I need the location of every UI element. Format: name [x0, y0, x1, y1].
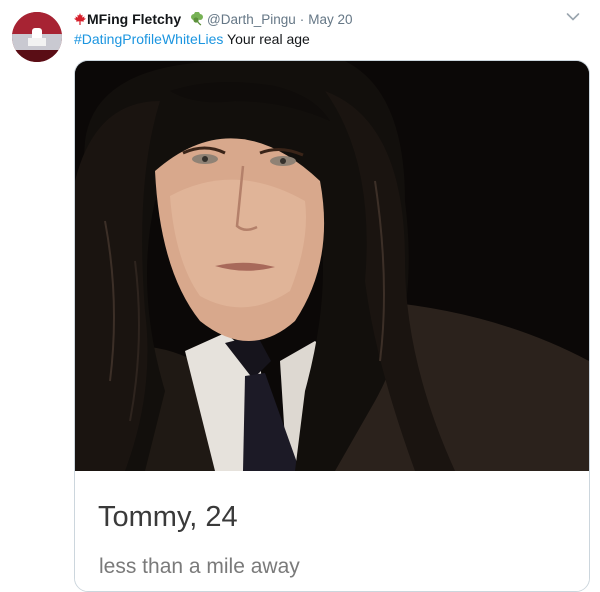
- profile-name: Tommy, 24: [98, 501, 238, 533]
- portrait-image: [75, 61, 589, 471]
- shamrock-icon: [191, 12, 204, 26]
- user-handle[interactable]: @Darth_Pingu: [207, 12, 296, 27]
- display-name[interactable]: MFing Fletchy: [87, 11, 181, 27]
- avatar[interactable]: [12, 12, 62, 62]
- profile-distance: less than a mile away: [99, 555, 300, 578]
- tweet-date[interactable]: May 20: [308, 12, 352, 27]
- profile-info: Tommy, 24 less than a mile away: [75, 471, 589, 591]
- maple-leaf-icon: [74, 13, 86, 25]
- tweet-header: MFing Fletchy @Darth_Pingu · May 20: [74, 10, 353, 28]
- tweet[interactable]: MFing Fletchy @Darth_Pingu · May 20 #Datin…: [0, 0, 600, 592]
- chevron-down-icon[interactable]: [566, 12, 580, 22]
- media-card[interactable]: Tommy, 24 less than a mile away: [74, 60, 590, 592]
- separator-dot: ·: [299, 12, 305, 27]
- tweet-body: Your real age: [223, 31, 310, 47]
- hashtag-link[interactable]: #DatingProfileWhiteLies: [74, 31, 223, 47]
- tweet-text: #DatingProfileWhiteLies Your real age: [74, 30, 310, 48]
- profile-photo[interactable]: [75, 61, 589, 471]
